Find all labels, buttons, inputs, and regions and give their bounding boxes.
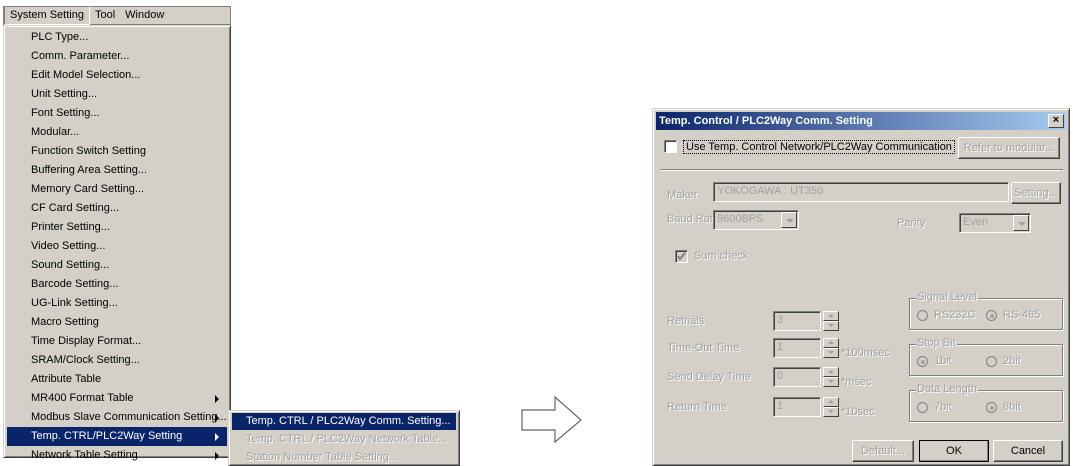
system-setting-menu: PLC Type... Comm. Parameter... Edit Mode… [3, 25, 231, 461]
data-length-group: Data Length 7bit 8bit [909, 383, 1063, 422]
return-time-input[interactable]: 1 [773, 397, 821, 417]
bit8-label: 8bit [1003, 401, 1021, 413]
menu-item-sound[interactable]: Sound Setting... [7, 256, 227, 275]
menu-item-printer[interactable]: Printer Setting... [7, 218, 227, 237]
send-delay-unit: *msec [841, 376, 872, 388]
ok-button[interactable]: OK [919, 440, 989, 462]
menu-system-setting[interactable]: System Setting [4, 6, 90, 25]
rs232c-label: RS232C [934, 309, 976, 321]
menu-item-cf-card[interactable]: CF Card Setting... [7, 199, 227, 218]
menu-item-plc-type[interactable]: PLC Type... [7, 28, 227, 47]
menu-tool[interactable]: Tool [90, 7, 120, 24]
menu-item-edit-model-selection[interactable]: Edit Model Selection... [7, 66, 227, 85]
retrials-spinner[interactable] [823, 311, 839, 331]
bit1-radio[interactable] [917, 356, 928, 367]
stop-bit-group: Stop Bit 1bit 2bit [909, 337, 1063, 376]
retrials-label: Retrials [667, 315, 705, 327]
menu-item-sram-clock[interactable]: SRAM/Clock Setting... [7, 351, 227, 370]
timeout-unit: *100msec [841, 347, 890, 359]
submenu-arrow-icon [215, 452, 219, 460]
menu-item-video[interactable]: Video Setting... [7, 237, 227, 256]
cancel-button[interactable]: Cancel [993, 440, 1063, 462]
menu-item-network-table[interactable]: Network Table Setting [7, 446, 227, 465]
menu-item-buffering-area[interactable]: Buffering Area Setting... [7, 161, 227, 180]
signal-level-title: Signal Level [916, 291, 978, 303]
menu-item-barcode[interactable]: Barcode Setting... [7, 275, 227, 294]
setting-button[interactable]: Setting... [1011, 182, 1061, 204]
data-length-title: Data Length [916, 383, 978, 395]
rs485-radio[interactable] [986, 310, 997, 321]
return-time-spinner[interactable] [823, 397, 839, 417]
timeout-label: Time-Out Time [667, 342, 740, 354]
submenu-item-comm-setting[interactable]: Temp. CTRL / PLC2Way Comm. Setting... [232, 413, 456, 430]
menu-window[interactable]: Window [120, 7, 169, 24]
stop-bit-title: Stop Bit [916, 337, 957, 349]
send-delay-spinner[interactable] [823, 367, 839, 387]
parity-select[interactable]: Even [959, 213, 1031, 233]
menu-item-font-setting[interactable]: Font Setting... [7, 104, 227, 123]
signal-level-group: Signal Level RS232C RS-485 [909, 291, 1063, 330]
menu-item-label: Temp. CTRL/PLC2Way Setting [31, 430, 183, 442]
rs485-label: RS-485 [1003, 309, 1041, 321]
timeout-input[interactable]: 1 [773, 338, 821, 358]
baud-rate-label: Baud Rate [667, 213, 719, 225]
dialog-titlebar: Temp. Control / PLC2Way Comm. Setting × [656, 112, 1066, 130]
menu-item-temp-ctrl-plc2way[interactable]: Temp. CTRL/PLC2Way Setting [7, 427, 227, 446]
refer-to-modular-button[interactable]: Refer to modular... [958, 137, 1060, 159]
parity-value: Even [963, 216, 989, 228]
sum-check-label: Sum check [694, 250, 749, 262]
menu-item-modular[interactable]: Modular... [7, 123, 227, 142]
menu-item-time-display[interactable]: Time Display Format... [7, 332, 227, 351]
use-network-label: Use Temp. Control Network/PLC2Way Commun… [683, 140, 955, 154]
comm-setting-dialog: Temp. Control / PLC2Way Comm. Setting × … [652, 108, 1070, 466]
submenu-arrow-icon [215, 433, 219, 441]
send-delay-label: Send Delay Time [667, 371, 751, 383]
baud-rate-select[interactable]: 9600BPS [713, 210, 799, 230]
timeout-spinner[interactable] [823, 338, 839, 358]
parity-label: Parity [897, 217, 926, 229]
menu-item-comm-parameter[interactable]: Comm. Parameter... [7, 47, 227, 66]
close-button[interactable]: × [1048, 114, 1064, 128]
bit7-label: 7bit [934, 401, 952, 413]
use-network-checkbox[interactable] [664, 140, 677, 153]
rs232c-radio[interactable] [917, 310, 928, 321]
sum-check-checkbox[interactable] [675, 250, 688, 263]
menu-item-ug-link[interactable]: UG-Link Setting... [7, 294, 227, 313]
submenu-arrow-icon [215, 414, 219, 422]
menu-item-mr400[interactable]: MR400 Format Table [7, 389, 227, 408]
menu-item-memory-card[interactable]: Memory Card Setting... [7, 180, 227, 199]
check-icon [677, 252, 686, 261]
bit2-radio[interactable] [986, 356, 997, 367]
dialog-title: Temp. Control / PLC2Way Comm. Setting [659, 115, 873, 127]
submenu-item-network-table[interactable]: Temp. CTRL / PLC2Way Network Table... [232, 431, 456, 448]
bit8-radio[interactable] [986, 402, 997, 413]
menu-item-modbus-slave[interactable]: Modbus Slave Communication Setting... [7, 408, 227, 427]
bit7-radio[interactable] [917, 402, 928, 413]
submenu-item-station-number[interactable]: Station Number Table Setting... [232, 449, 456, 466]
return-time-label: Return Time [667, 401, 727, 413]
menu-item-attribute-table[interactable]: Attribute Table [7, 370, 227, 389]
return-time-unit: *10sec [841, 406, 875, 418]
menu-item-function-switch[interactable]: Function Switch Setting [7, 142, 227, 161]
send-delay-input[interactable]: 0 [773, 367, 821, 387]
chevron-down-icon [781, 212, 797, 228]
retrials-input[interactable]: 3 [773, 311, 821, 331]
separator [661, 169, 1063, 171]
bit1-label: 1bit [934, 355, 952, 367]
menu-item-label: MR400 Format Table [31, 392, 134, 404]
right-arrow-icon [521, 396, 582, 444]
menu-item-macro[interactable]: Macro Setting [7, 313, 227, 332]
maker-field[interactable]: YOKOGAWA : UT350 [713, 182, 1009, 202]
baud-rate-value: 9600BPS [717, 213, 764, 225]
submenu-arrow-icon [215, 395, 219, 403]
maker-label: Maker [667, 189, 698, 201]
menu-item-unit-setting[interactable]: Unit Setting... [7, 85, 227, 104]
chevron-down-icon [1013, 215, 1029, 231]
temp-ctrl-submenu: Temp. CTRL / PLC2Way Comm. Setting... Te… [228, 410, 460, 466]
default-button[interactable]: Default... [852, 440, 914, 462]
menu-item-label: Network Table Setting [31, 449, 138, 461]
menu-bar: System Setting Tool Window [3, 6, 231, 25]
bit2-label: 2bit [1003, 355, 1021, 367]
menu-item-label: Modbus Slave Communication Setting... [31, 411, 227, 423]
